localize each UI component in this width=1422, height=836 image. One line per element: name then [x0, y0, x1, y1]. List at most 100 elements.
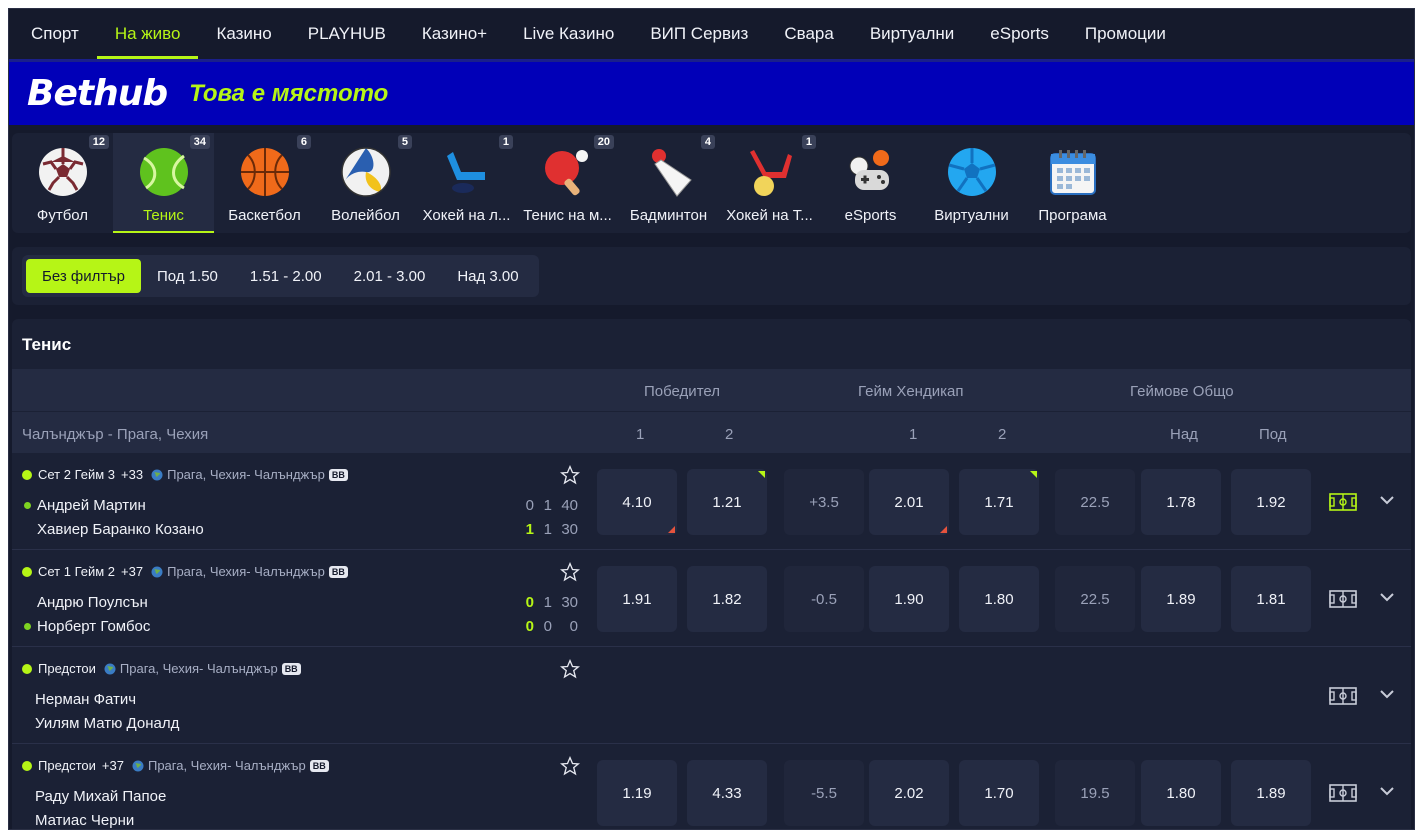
sport-count: 34	[189, 135, 210, 149]
filter-201-300[interactable]: 2.01 - 3.00	[338, 259, 442, 293]
sport-count: 20	[593, 135, 614, 149]
sport-esports[interactable]: eSports	[820, 133, 921, 233]
chevron-down-icon[interactable]	[1380, 495, 1394, 505]
sport-badminton[interactable]: Бадминтон 4	[618, 133, 719, 233]
sport-label: Хокей на Т...	[726, 207, 813, 224]
nav-vip[interactable]: ВИП Сервиз	[632, 9, 766, 59]
sport-ice-hockey[interactable]: Хокей на л... 1	[416, 133, 517, 233]
odd-over[interactable]: 1.89	[1141, 566, 1221, 632]
odd-winner-1[interactable]: 1.91	[597, 566, 677, 632]
field-view-icon[interactable]	[1329, 493, 1357, 511]
sport-basketball[interactable]: Баскетбол 6	[214, 133, 315, 233]
filter-over-300[interactable]: Над 3.00	[441, 259, 534, 293]
line-value: 22.5	[1080, 493, 1110, 511]
nav-live-casino[interactable]: Live Казино	[505, 9, 632, 59]
events-panel: Тенис Победител Гейм Хендикап Геймове Об…	[12, 319, 1411, 829]
filter-none[interactable]: Без филтър	[26, 259, 141, 293]
more-markets-count[interactable]: +37	[121, 564, 143, 579]
odd-winner-1[interactable]: 4.10	[597, 469, 677, 535]
score-sets-away: 1	[525, 521, 534, 538]
favorite-star-icon[interactable]	[560, 562, 580, 582]
filter-151-200[interactable]: 1.51 - 2.00	[234, 259, 338, 293]
nav-casino-plus[interactable]: Казино+	[404, 9, 505, 59]
odd-under[interactable]: 1.81	[1231, 566, 1311, 632]
bet-builder-badge: BB	[281, 662, 301, 675]
status-dot-icon	[22, 663, 32, 674]
field-view-icon[interactable]	[1329, 784, 1357, 802]
player-home: Раду Михай Папое	[35, 788, 167, 805]
nav-casino[interactable]: Казино	[198, 9, 289, 59]
sport-football[interactable]: Футбол 12	[12, 133, 113, 233]
odd-value: 1.70	[984, 784, 1014, 802]
odds-up-icon	[1030, 471, 1037, 478]
odd-handicap-1[interactable]: 2.01	[869, 469, 949, 535]
odd-winner-2[interactable]: 1.82	[687, 566, 767, 632]
chevron-down-icon[interactable]	[1380, 786, 1394, 796]
event-location: Прага, Чехия- Чалънджър	[167, 564, 325, 579]
league-row[interactable]: Чалънджър - Прага, Чехия 1 2 1 2 Над Под	[12, 411, 1411, 453]
field-view-icon[interactable]	[1329, 687, 1357, 705]
nav-promotions[interactable]: Промоции	[1067, 9, 1184, 59]
more-markets-count[interactable]: +37	[102, 758, 124, 773]
serving-dot-icon	[24, 623, 31, 630]
score-points-away: 0	[569, 618, 578, 635]
sport-virtual[interactable]: Виртуални	[921, 133, 1022, 233]
odd-handicap-2[interactable]: 1.70	[959, 760, 1039, 826]
sport-label: Баскетбол	[228, 207, 301, 224]
chevron-down-icon[interactable]	[1380, 592, 1394, 602]
serving-dot-icon	[24, 502, 31, 509]
football-icon	[36, 145, 90, 199]
globe-icon	[104, 663, 116, 674]
nav-live[interactable]: На живо	[96, 9, 199, 59]
event-row[interactable]: Предстои Прага, Чехия- Чалънджър BB Нерм…	[12, 647, 1411, 744]
sport-table-tennis[interactable]: Тенис на м... 20	[517, 133, 618, 233]
logo[interactable]: Bethub	[27, 73, 168, 114]
sport-field-hockey[interactable]: Хокей на Т... 1	[719, 133, 820, 233]
favorite-star-icon[interactable]	[560, 756, 580, 776]
nav-sport[interactable]: Спорт	[13, 9, 97, 59]
event-row[interactable]: Предстои +37 Прага, Чехия- Чалънджър BB …	[12, 744, 1411, 829]
sport-volleyball[interactable]: Волейбол 5	[315, 133, 416, 233]
event-row[interactable]: Сет 2 Гейм 3 +33 Прага, Чехия- Чалънджър…	[12, 453, 1411, 550]
line-value: 19.5	[1080, 784, 1110, 802]
score-games-away: 1	[543, 521, 552, 538]
player-away: Матиас Черни	[35, 812, 135, 829]
odd-winner-2[interactable]: 1.21	[687, 469, 767, 535]
line-value: -0.5	[811, 590, 837, 608]
odd-under[interactable]: 1.89	[1231, 760, 1311, 826]
nav-esports[interactable]: eSports	[972, 9, 1067, 59]
filter-under-150[interactable]: Под 1.50	[141, 259, 234, 293]
odd-winner-1[interactable]: 1.19	[597, 760, 677, 826]
odd-winner-2[interactable]: 4.33	[687, 760, 767, 826]
league-name: Чалънджър - Прага, Чехия	[22, 426, 209, 443]
odd-handicap-1[interactable]: 2.02	[869, 760, 949, 826]
field-view-icon[interactable]	[1329, 590, 1357, 608]
sports-strip: Футбол 12 Тенис 34 Баскетбол 6 Волейбол …	[12, 133, 1411, 233]
event-status: Предстои	[38, 758, 96, 773]
sport-tennis[interactable]: Тенис 34	[113, 133, 214, 233]
nav-virtual[interactable]: Виртуални	[852, 9, 972, 59]
calendar-icon	[1046, 145, 1100, 199]
nav-svara[interactable]: Свара	[766, 9, 851, 59]
odd-over[interactable]: 1.78	[1141, 469, 1221, 535]
bet-builder-badge: BB	[328, 565, 348, 578]
score-sets-away: 0	[525, 618, 534, 635]
score-sets-home: 0	[525, 497, 534, 514]
total-line: 22.5	[1055, 469, 1135, 535]
sport-calendar[interactable]: Програма	[1022, 133, 1123, 233]
banner: Bethub Това е мястото	[9, 59, 1414, 125]
player-away: Уилям Матю Доналд	[35, 715, 180, 732]
odd-handicap-2[interactable]: 1.71	[959, 469, 1039, 535]
nav-playhub[interactable]: PLAYHUB	[290, 9, 404, 59]
odd-over[interactable]: 1.80	[1141, 760, 1221, 826]
odd-under[interactable]: 1.92	[1231, 469, 1311, 535]
odd-handicap-1[interactable]: 1.90	[869, 566, 949, 632]
more-markets-count[interactable]: +33	[121, 467, 143, 482]
favorite-star-icon[interactable]	[560, 659, 580, 679]
odd-handicap-2[interactable]: 1.80	[959, 566, 1039, 632]
event-meta: Сет 1 Гейм 2 +37 Прага, Чехия- Чалънджър…	[22, 564, 348, 579]
chevron-down-icon[interactable]	[1380, 689, 1394, 699]
event-meta: Предстои +37 Прага, Чехия- Чалънджър BB	[22, 758, 329, 773]
favorite-star-icon[interactable]	[560, 465, 580, 485]
event-row[interactable]: Сет 1 Гейм 2 +37 Прага, Чехия- Чалънджър…	[12, 550, 1411, 647]
